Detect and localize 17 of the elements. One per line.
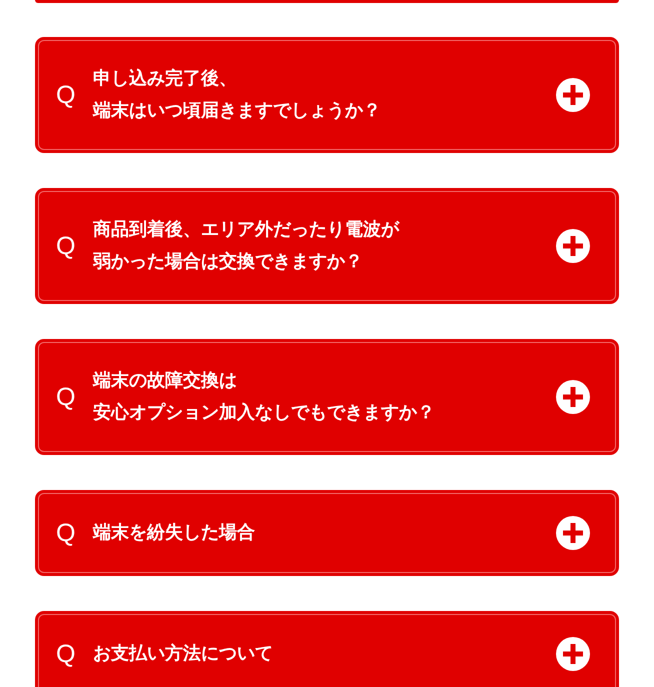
question-text: お支払い方法について — [93, 642, 274, 666]
question-text: 端末を紛失した場合 — [93, 521, 256, 545]
q-label: Q — [56, 384, 76, 410]
q-label: Q — [56, 234, 76, 258]
faq-question-button[interactable]: Q お支払い方法について — [35, 611, 619, 687]
q-label: Q — [56, 642, 76, 666]
plus-icon[interactable] — [556, 78, 590, 112]
question-text: 端末の故障交換は 安心オプション加入なしでもできますか？ — [93, 369, 436, 425]
q-label: Q — [56, 520, 76, 546]
plus-icon[interactable] — [556, 229, 590, 263]
plus-icon[interactable] — [556, 516, 590, 550]
plus-icon[interactable] — [556, 380, 590, 414]
question-text: 商品到着後、エリア外だったり電波が 弱かった場合は交換できますか？ — [93, 218, 401, 274]
plus-icon[interactable] — [556, 637, 590, 671]
faq-question-button[interactable]: Q 端末を紛失した場合 — [35, 490, 619, 576]
q-label: Q — [56, 82, 76, 108]
question-text: 申し込み完了後、 端末はいつ頃届きますでしょうか？ — [93, 67, 382, 123]
